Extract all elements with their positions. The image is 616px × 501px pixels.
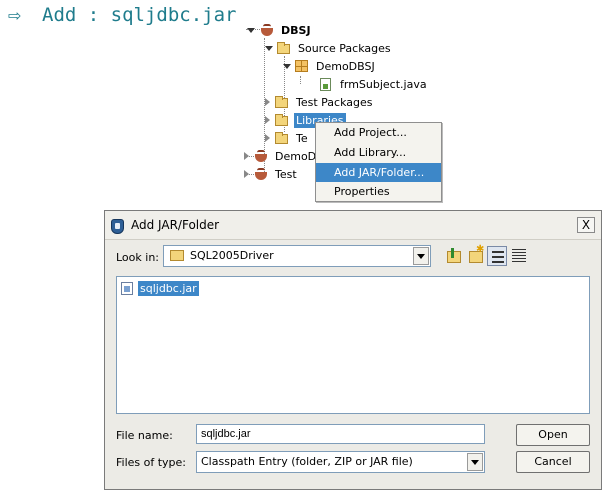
package-icon <box>294 59 310 73</box>
folder-icon <box>276 41 292 55</box>
library-folder-icon <box>274 131 290 145</box>
files-of-type-label: Files of type: <box>116 456 187 469</box>
tree-node-label: Test Packages <box>296 95 373 109</box>
tree-node-label: Test <box>275 167 297 181</box>
java-file-icon <box>318 77 334 91</box>
collapse-arrow-icon[interactable] <box>265 98 270 106</box>
dropdown-arrow-icon[interactable] <box>467 453 483 471</box>
look-in-combobox[interactable]: SQL2005Driver <box>163 245 431 267</box>
file-name-input[interactable] <box>196 424 485 444</box>
dialog-titlebar[interactable]: Add JAR/Folder X <box>105 211 601 240</box>
menu-item-add-library[interactable]: Add Library... <box>316 143 441 162</box>
menu-item-add-jar-folder[interactable]: Add JAR/Folder... <box>316 163 441 182</box>
tree-node-label: Source Packages <box>298 41 391 55</box>
folder-icon <box>274 95 290 109</box>
instruction-heading: ⇨ Add : sqljdbc.jar <box>8 3 236 27</box>
tree-node-label: DemoDBSJ <box>316 59 375 73</box>
new-folder-icon[interactable] <box>466 244 486 266</box>
java-cup-icon <box>111 219 124 234</box>
tree-node-test-libraries[interactable]: Te <box>265 130 310 146</box>
instruction-text: Add : sqljdbc.jar <box>42 4 237 26</box>
close-button[interactable]: X <box>577 217 595 233</box>
expand-arrow-icon[interactable] <box>247 27 255 33</box>
tree-node-project-test[interactable]: Test <box>244 166 299 182</box>
collapse-arrow-icon[interactable] <box>265 134 270 142</box>
open-button[interactable]: Open <box>516 424 590 446</box>
tree-node-test-packages[interactable]: Test Packages <box>265 94 374 110</box>
tree-node-label: DemoD <box>275 149 317 163</box>
look-in-value: SQL2005Driver <box>190 249 274 262</box>
files-of-type-combobox[interactable]: Classpath Entry (folder, ZIP or JAR file… <box>196 451 485 473</box>
file-name-label: File name: <box>116 429 173 442</box>
context-menu: Add Project... Add Library... Add JAR/Fo… <box>315 122 442 202</box>
collapse-arrow-icon[interactable] <box>244 152 249 160</box>
collapse-arrow-icon[interactable] <box>244 170 249 178</box>
project-cup-icon <box>253 149 269 163</box>
library-folder-icon <box>274 113 290 127</box>
up-folder-icon[interactable] <box>444 246 464 266</box>
tree-node-label: DBSJ <box>281 23 311 37</box>
files-of-type-value: Classpath Entry (folder, ZIP or JAR file… <box>201 455 413 468</box>
tree-node-label: Te <box>296 131 308 145</box>
list-view-icon[interactable] <box>487 246 507 266</box>
project-cup-icon <box>259 23 275 37</box>
tree-node-project-demo[interactable]: DemoD <box>244 148 318 164</box>
project-cup-icon <box>253 167 269 181</box>
expand-arrow-icon[interactable] <box>283 63 291 69</box>
file-item-label: sqljdbc.jar <box>138 280 199 296</box>
tree-node-java-file[interactable]: frmSubject.java <box>318 76 429 92</box>
arrow-icon: ⇨ <box>8 5 22 25</box>
details-view-icon[interactable] <box>509 246 529 266</box>
menu-item-properties[interactable]: Properties <box>316 182 441 201</box>
file-list[interactable]: sqljdbc.jar <box>116 276 590 414</box>
tree-node-label: frmSubject.java <box>340 77 427 91</box>
jar-file-icon <box>121 281 133 295</box>
collapse-arrow-icon[interactable] <box>265 116 270 124</box>
tree-node-dbsj[interactable]: DBSJ <box>247 22 313 38</box>
cancel-button[interactable]: Cancel <box>516 451 590 473</box>
dropdown-arrow-icon[interactable] <box>413 247 429 265</box>
expand-arrow-icon[interactable] <box>265 45 273 51</box>
tree-node-package[interactable]: DemoDBSJ <box>283 58 377 74</box>
add-jar-folder-dialog: Add JAR/Folder X Look in: SQL2005Driver … <box>104 210 602 490</box>
menu-item-add-project[interactable]: Add Project... <box>316 123 441 142</box>
look-in-label: Look in: <box>116 251 159 264</box>
dialog-title: Add JAR/Folder <box>131 218 220 232</box>
tree-node-source-packages[interactable]: Source Packages <box>265 40 393 56</box>
folder-icon <box>170 250 184 261</box>
file-item[interactable]: sqljdbc.jar <box>121 280 199 296</box>
